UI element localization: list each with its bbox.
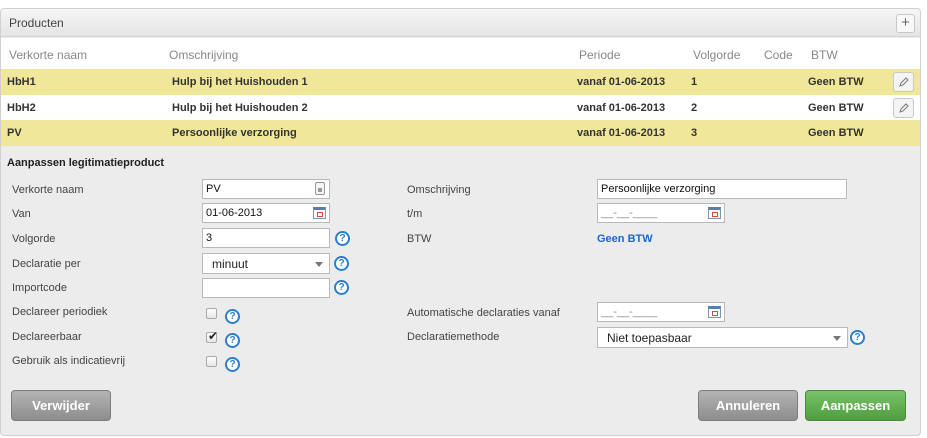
description-value: Persoonlijke verzorging [601,183,716,195]
checkmark-icon: ✔ [208,329,219,343]
column-header-code: Code [764,48,793,62]
label-declarable: Declareerbaar [12,331,82,343]
help-icon[interactable]: ? [334,256,349,271]
label-declaration-method: Declaratiemethode [407,331,500,343]
producten-panel: Producten + Verkorte naam Omschrijving P… [0,8,921,436]
help-icon[interactable]: ? [225,333,240,348]
declare-per-select[interactable]: minuut [202,253,330,274]
short-name-value: PV [206,183,221,195]
import-code-field[interactable] [202,278,330,298]
calendar-icon[interactable] [708,207,721,219]
order-value: 3 [206,232,213,244]
help-icon[interactable]: ? [850,330,865,345]
delete-button[interactable]: Verwijder [11,390,111,421]
help-icon[interactable]: ? [225,309,240,324]
label-from: Van [12,208,31,220]
cell-period: vanaf 01-06-2013 [577,127,666,139]
until-date-field[interactable]: __-__-____ [597,203,725,223]
panel-header: Producten + [1,9,920,37]
cell-btw: Geen BTW [808,76,864,88]
label-order: Volgorde [12,233,56,245]
until-date-value: __-__-____ [601,207,658,219]
table-row[interactable]: HbH2 Hulp bij het Huishouden 2 vanaf 01-… [1,95,920,121]
label-import-code: Importcode [12,282,68,294]
cancel-button[interactable]: Annuleren [698,390,798,421]
label-until: t/m [407,208,423,220]
cell-btw: Geen BTW [808,127,864,139]
table-row-selected[interactable]: PV Persoonlijke verzorging vanaf 01-06-2… [1,120,920,146]
cell-btw: Geen BTW [808,102,864,114]
cell-description: Hulp bij het Huishouden 1 [172,76,308,88]
chevron-down-icon [315,262,323,267]
declare-per-value: minuut [212,257,249,271]
short-name-field[interactable]: PV [202,179,330,199]
label-auto-declarations: Automatische declaraties vanaf [407,307,560,319]
btw-link[interactable]: Geen BTW [597,233,653,245]
edit-row-button[interactable] [893,98,914,118]
calendar-icon[interactable] [313,207,326,219]
label-indication-free: Gebruik als indicatievrij [12,355,126,367]
label-btw: BTW [407,233,432,245]
description-field[interactable]: Persoonlijke verzorging [597,179,847,199]
add-product-button[interactable]: + [896,14,915,33]
column-header-period: Periode [579,48,621,62]
cell-period: vanaf 01-06-2013 [577,76,666,88]
edit-row-button[interactable] [893,72,914,92]
cell-order: 1 [691,76,698,88]
pencil-icon [899,103,909,113]
declare-periodic-checkbox[interactable] [206,308,217,319]
cell-description: Hulp bij het Huishouden 2 [172,102,308,114]
declaration-method-select[interactable]: Niet toepasbaar [597,327,848,348]
cell-period: vanaf 01-06-2013 [577,102,666,114]
cell-short-name: HbH1 [7,76,36,88]
save-button[interactable]: Aanpassen [805,390,906,421]
help-icon[interactable]: ? [225,357,240,372]
from-date-value: 01-06-2013 [206,207,263,219]
panel-title: Producten [9,16,64,30]
table-header: Verkorte naam Omschrijving Periode Volgo… [1,38,920,69]
column-header-description: Omschrijving [169,48,239,62]
label-description: Omschrijving [407,184,471,196]
form-title: Aanpassen legitimatieproduct [7,157,165,169]
column-header-btw: BTW [811,48,838,62]
lock-icon [315,182,325,195]
auto-declarations-date-field[interactable]: __-__-____ [597,302,725,322]
label-declare-periodic: Declareer periodiek [12,306,108,318]
label-short-name: Verkorte naam [12,184,84,196]
column-header-short-name: Verkorte naam [9,48,88,62]
label-declare-per: Declaratie per [12,258,81,270]
indication-free-checkbox[interactable] [206,356,217,367]
cell-order: 2 [691,102,698,114]
column-header-order: Volgorde [693,48,741,62]
cell-description: Persoonlijke verzorging [172,127,297,139]
cell-order: 3 [691,127,698,139]
cell-short-name: HbH2 [7,102,36,114]
help-icon[interactable]: ? [335,231,350,246]
chevron-down-icon [833,336,841,341]
table-row[interactable]: HbH1 Hulp bij het Huishouden 1 vanaf 01-… [1,69,920,95]
help-icon[interactable]: ? [334,280,349,295]
calendar-icon[interactable] [708,306,721,318]
auto-declarations-value: __-__-____ [601,306,658,318]
cell-short-name: PV [7,127,22,139]
declaration-method-value: Niet toepasbaar [607,331,692,345]
pencil-icon [899,77,909,87]
order-field[interactable]: 3 [202,228,330,248]
declarable-checkbox[interactable]: ✔ [206,329,219,343]
from-date-field[interactable]: 01-06-2013 [202,203,330,223]
